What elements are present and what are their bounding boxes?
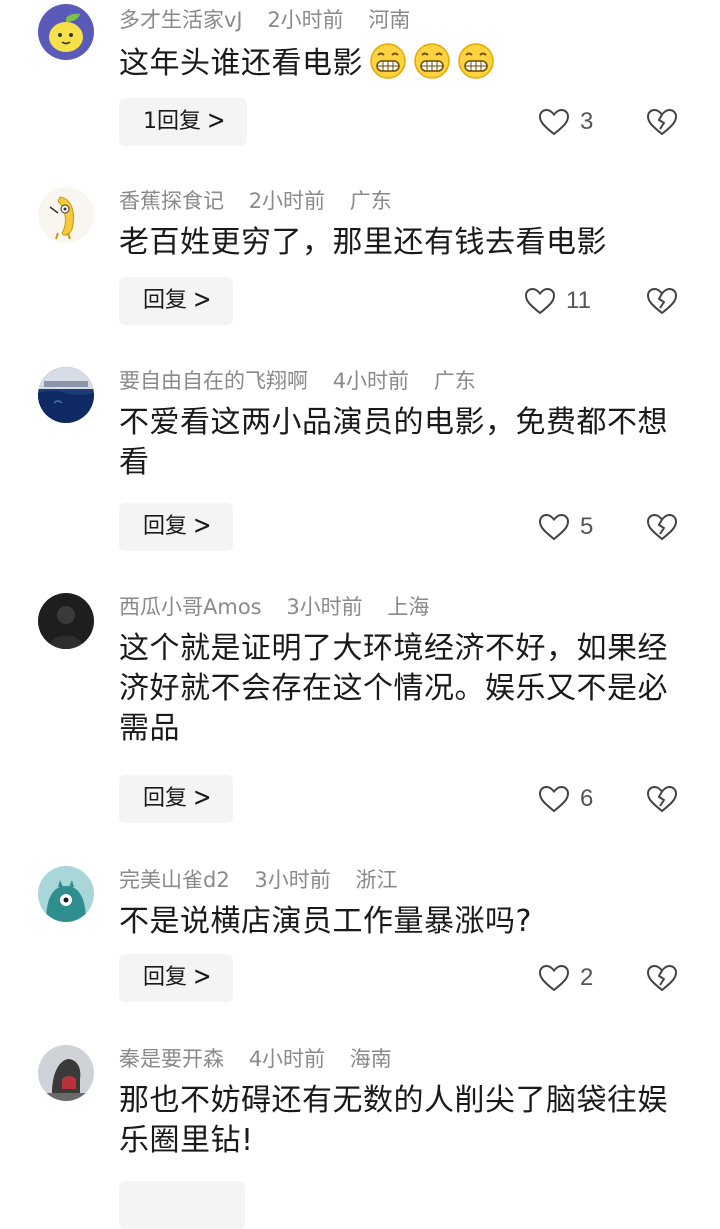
comment-location: 广东 xyxy=(433,369,476,393)
broken-heart-icon xyxy=(646,287,678,315)
reply-button[interactable]: 1回复 > xyxy=(119,98,248,146)
heart-icon xyxy=(538,108,570,136)
comment-body: 不是说横店演员工作量暴涨吗? xyxy=(119,904,532,939)
comment-meta: 秦是要开森 4小时前 海南 xyxy=(119,1041,392,1077)
comment-text: 那也不妨碍还有无数的人削尖了脑袋往娱乐圈里钻! xyxy=(119,1081,679,1161)
teal-monster-avatar-icon xyxy=(38,866,94,922)
comment-body: 这年头谁还看电影 xyxy=(119,46,363,81)
comment-body: 那也不妨碍还有无数的人削尖了脑袋往娱乐圈里钻! xyxy=(119,1083,668,1158)
like-button[interactable]: 2 xyxy=(538,954,593,1002)
dislike-button[interactable] xyxy=(646,98,678,146)
grin-emoji-icon xyxy=(369,42,407,80)
username[interactable]: 秦是要开森 xyxy=(119,1047,224,1071)
like-button[interactable]: 5 xyxy=(538,503,593,551)
username[interactable]: 完美山雀d2 xyxy=(119,868,230,892)
reply-button[interactable]: 回复 > xyxy=(119,954,234,1002)
comment-text: 不是说横店演员工作量暴涨吗? xyxy=(119,902,679,942)
comment-location: 浙江 xyxy=(355,868,398,892)
comment-time: 2小时前 xyxy=(267,8,344,32)
lemon-avatar-icon xyxy=(38,4,94,60)
grin-emoji-icon xyxy=(413,42,451,80)
comment-location: 广东 xyxy=(349,189,392,213)
comment-location: 海南 xyxy=(349,1047,392,1071)
comment-location: 上海 xyxy=(387,595,430,619)
reply-label: 回复 xyxy=(143,965,188,990)
banana-avatar-icon xyxy=(38,187,94,243)
comment-text: 这年头谁还看电影 xyxy=(119,42,679,84)
dislike-button[interactable] xyxy=(646,775,678,823)
chevron-right-icon: > xyxy=(193,511,212,542)
reply-button[interactable]: 回复 > xyxy=(119,277,234,325)
dislike-button[interactable] xyxy=(646,503,678,551)
comment-text: 老百姓更穷了，那里还有钱去看电影 xyxy=(119,223,679,263)
ocean-avatar-icon xyxy=(38,367,94,423)
comment-time: 4小时前 xyxy=(332,369,410,393)
chevron-right-icon: > xyxy=(207,106,226,137)
avatar[interactable] xyxy=(38,187,94,243)
heart-icon xyxy=(538,513,570,541)
avatar[interactable] xyxy=(38,866,94,922)
comment-time: 4小时前 xyxy=(248,1047,326,1071)
comment-time: 2小时前 xyxy=(248,189,326,213)
reply-label: 回复 xyxy=(143,786,188,811)
heart-icon xyxy=(524,287,556,315)
avatar[interactable] xyxy=(38,4,94,60)
comment-meta: 西瓜小哥Amos 3小时前 上海 xyxy=(119,589,429,625)
avatar[interactable] xyxy=(38,1045,94,1101)
dark-avatar-icon xyxy=(38,593,94,649)
chevron-right-icon: > xyxy=(193,285,212,316)
username[interactable]: 西瓜小哥Amos xyxy=(119,595,262,619)
like-button[interactable]: 6 xyxy=(538,775,593,823)
broken-heart-icon xyxy=(646,513,678,541)
username[interactable]: 多才生活家vJ xyxy=(119,8,243,32)
comment-body: 老百姓更穷了，那里还有钱去看电影 xyxy=(119,225,607,260)
reply-button[interactable] xyxy=(119,1181,245,1229)
like-count: 2 xyxy=(580,964,594,991)
comment-text: 这个就是证明了大环境经济不好，如果经济好就不会存在这个情况。娱乐又不是必需品 xyxy=(119,629,679,749)
comment-location: 河南 xyxy=(368,8,411,32)
comment-body: 不爱看这两小品演员的电影，免费都不想看 xyxy=(119,405,668,480)
grin-emoji-icon xyxy=(457,42,495,80)
like-button[interactable]: 3 xyxy=(538,98,593,146)
username[interactable]: 要自由自在的飞翔啊 xyxy=(119,369,308,393)
chevron-right-icon: > xyxy=(193,962,212,993)
comment-body: 这个就是证明了大环境经济不好，如果经济好就不会存在这个情况。娱乐又不是必需品 xyxy=(119,631,668,746)
username[interactable]: 香蕉探食记 xyxy=(119,189,224,213)
broken-heart-icon xyxy=(646,108,678,136)
comment-meta: 多才生活家vJ 2小时前 河南 xyxy=(119,2,410,38)
reply-label: 1回复 xyxy=(143,109,201,134)
like-count: 6 xyxy=(580,785,594,812)
avatar[interactable] xyxy=(38,593,94,649)
reply-label: 回复 xyxy=(143,514,188,539)
like-count: 5 xyxy=(580,513,594,540)
chevron-right-icon: > xyxy=(193,783,212,814)
dislike-button[interactable] xyxy=(646,954,678,1002)
broken-heart-icon xyxy=(646,785,678,813)
comment-time: 3小时前 xyxy=(254,868,331,892)
heart-icon xyxy=(538,964,570,992)
avatar[interactable] xyxy=(38,367,94,423)
comment-meta: 完美山雀d2 3小时前 浙江 xyxy=(119,862,397,898)
dislike-button[interactable] xyxy=(646,277,678,325)
comment-meta: 要自由自在的飞翔啊 4小时前 广东 xyxy=(119,363,476,399)
like-button[interactable]: 11 xyxy=(524,277,591,325)
comment-text: 不爱看这两小品演员的电影，免费都不想看 xyxy=(119,403,679,483)
broken-heart-icon xyxy=(646,964,678,992)
heart-icon xyxy=(538,785,570,813)
reply-button[interactable]: 回复 > xyxy=(119,503,234,551)
comment-time: 3小时前 xyxy=(286,595,363,619)
lion-statue-avatar-icon xyxy=(38,1045,94,1101)
like-count: 11 xyxy=(566,287,591,314)
like-count: 3 xyxy=(580,108,594,135)
reply-button[interactable]: 回复 > xyxy=(119,775,234,823)
reply-label: 回复 xyxy=(143,288,188,313)
comment-meta: 香蕉探食记 2小时前 广东 xyxy=(119,183,392,219)
